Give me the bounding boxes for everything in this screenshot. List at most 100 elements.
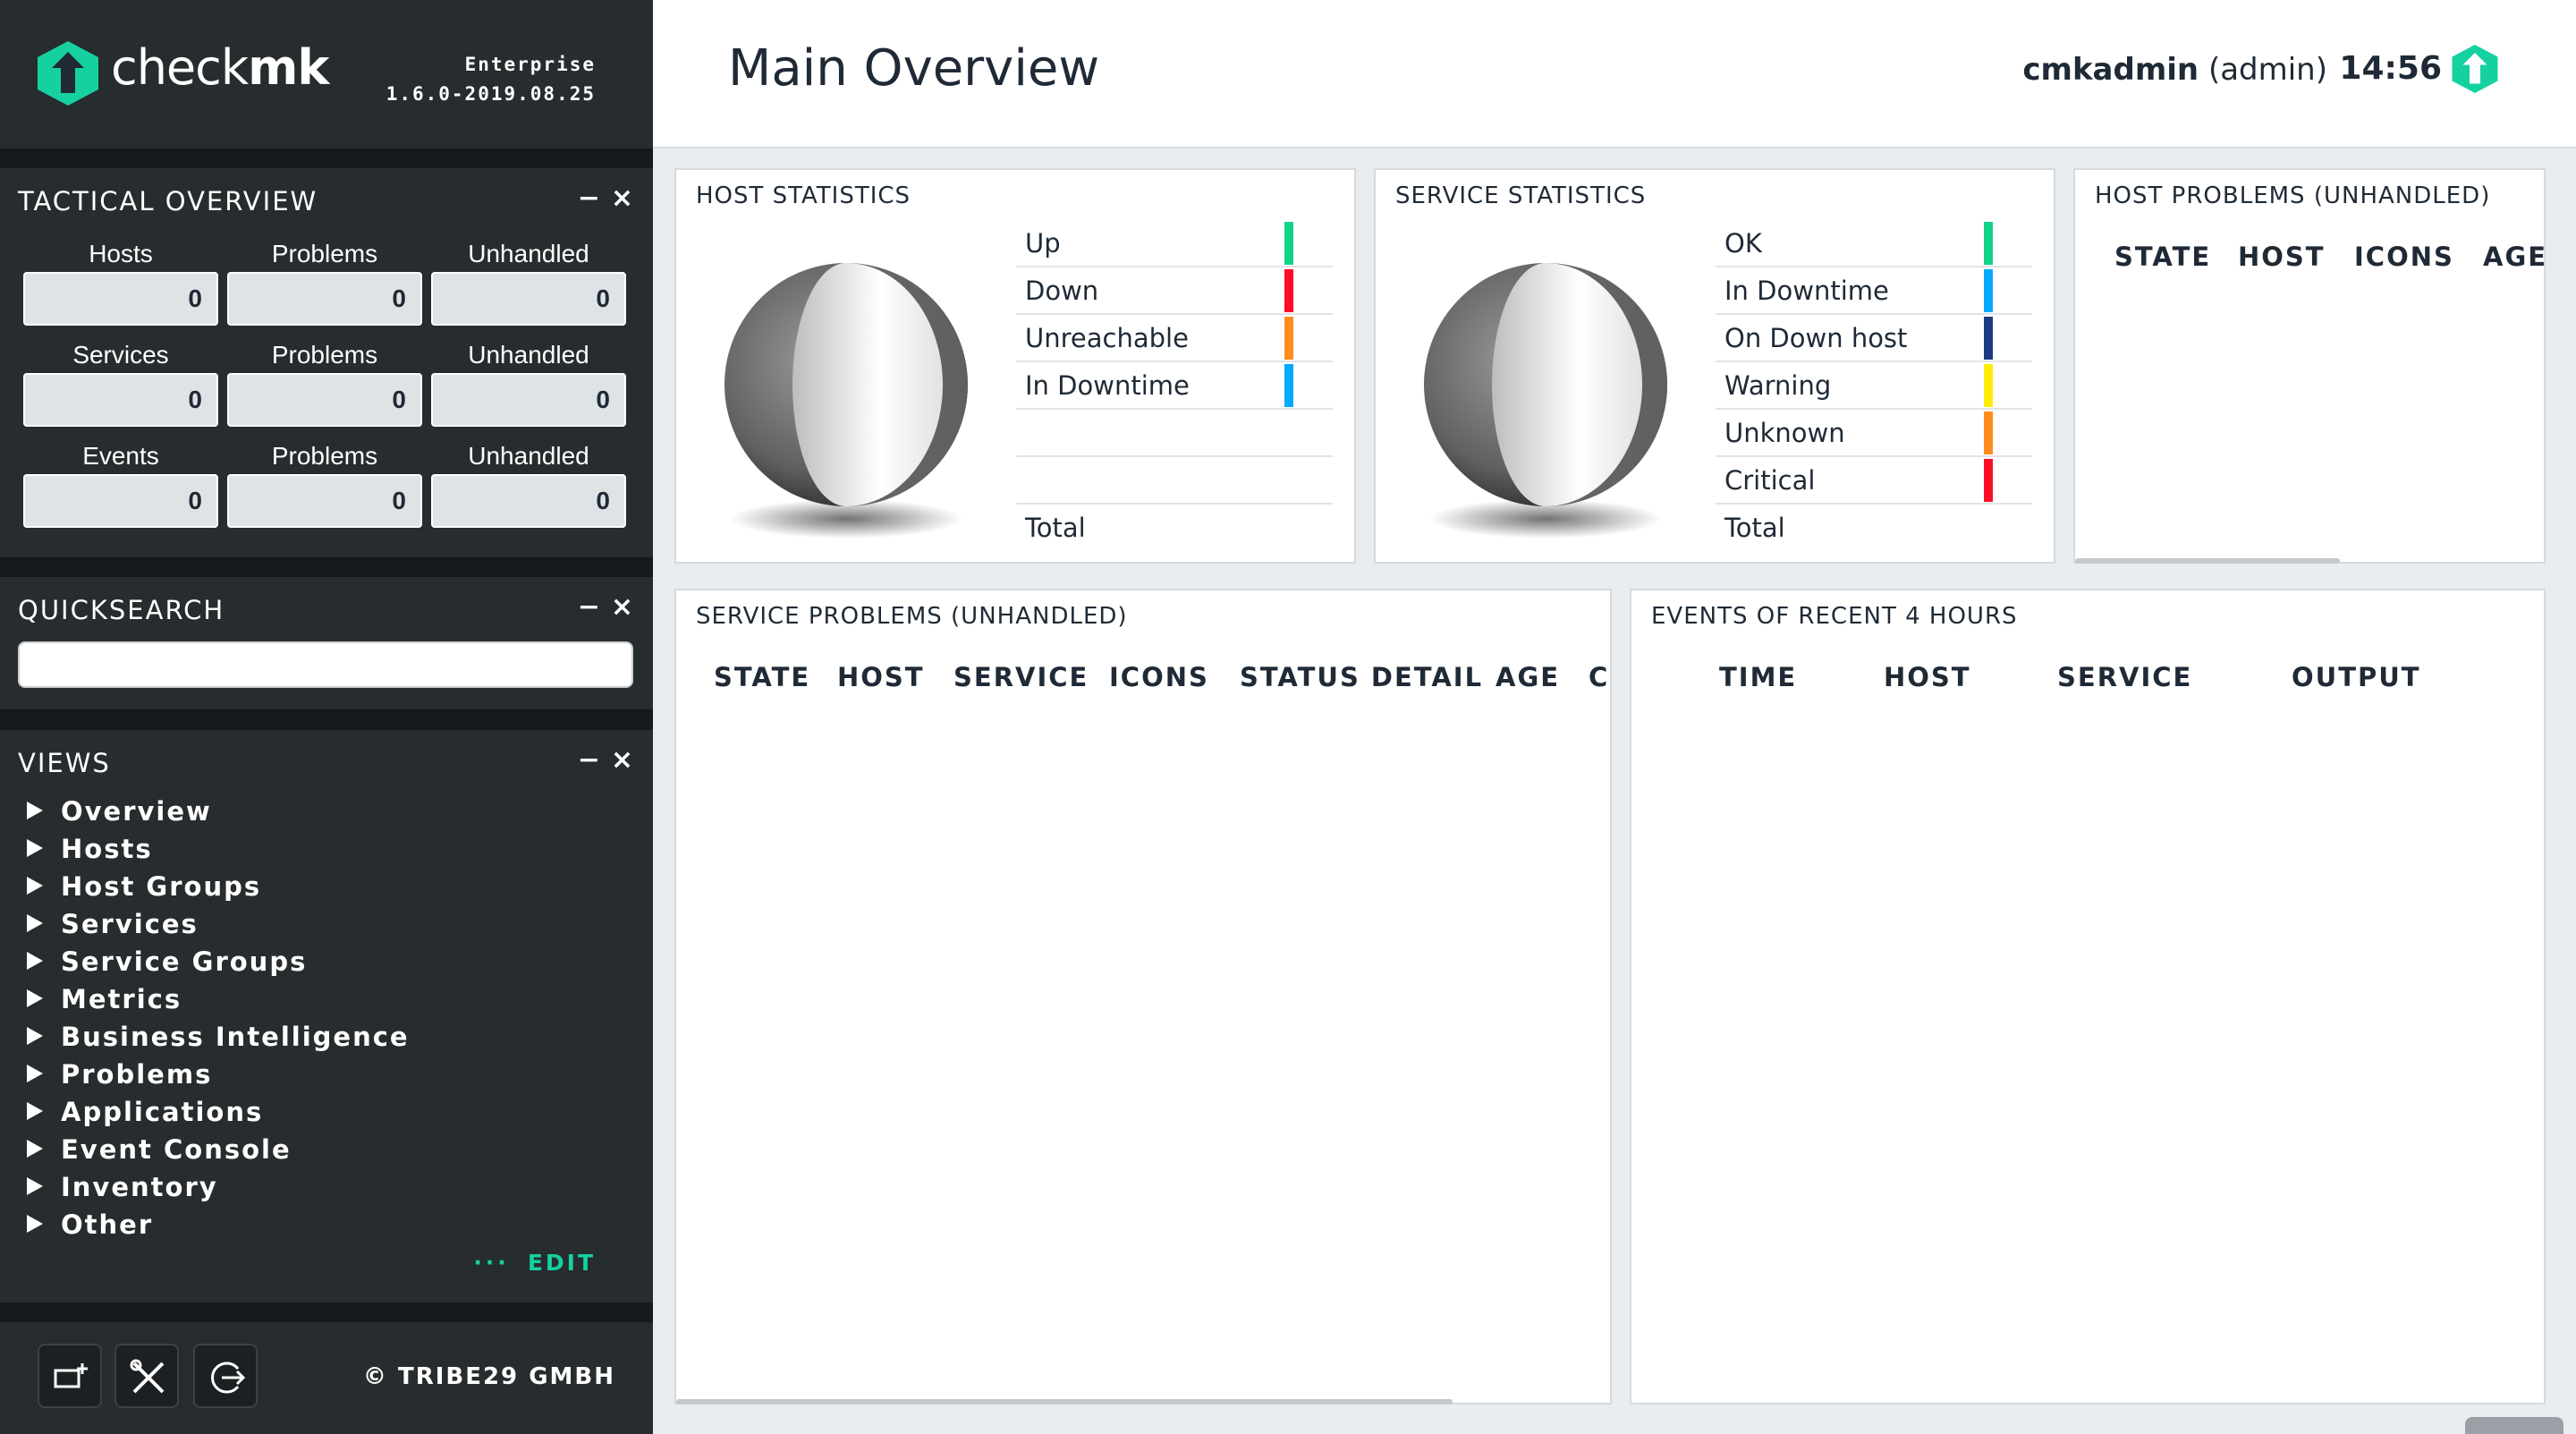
legend-row[interactable]: In Downtime <box>1016 362 1333 410</box>
add-snapin-button[interactable] <box>38 1344 102 1408</box>
views-item[interactable]: Inventory <box>27 1172 410 1209</box>
legend-row[interactable]: Down <box>1016 267 1333 315</box>
legend-row[interactable]: Up <box>1016 220 1333 267</box>
snapin-title[interactable]: TACTICAL OVERVIEW <box>18 186 318 216</box>
column-header[interactable]: SERVICE <box>2057 662 2192 692</box>
tactical-count-link[interactable]: 0 <box>23 474 218 528</box>
views-edit-button[interactable]: ··· EDIT <box>473 1250 596 1276</box>
expand-triangle-icon[interactable] <box>27 1065 43 1082</box>
views-item-label: Problems <box>61 1059 213 1090</box>
host-globe-chart[interactable] <box>721 259 971 539</box>
legend-row[interactable]: Total <box>1016 505 1333 552</box>
views-item[interactable]: Overview <box>27 796 410 834</box>
column-header[interactable]: HOST <box>2238 242 2326 272</box>
column-header[interactable]: TIME <box>1719 662 1797 692</box>
close-icon[interactable]: × <box>611 182 633 214</box>
views-item[interactable]: Problems <box>27 1059 410 1097</box>
tactical-count-link[interactable]: 0 <box>227 474 422 528</box>
column-header[interactable]: SERVICE <box>953 662 1089 692</box>
column-header[interactable]: AGE <box>1496 662 1560 692</box>
views-item[interactable]: Applications <box>27 1097 410 1134</box>
column-header[interactable]: STATE <box>714 662 810 692</box>
tactical-count-link[interactable]: 0 <box>431 373 626 427</box>
legend-row[interactable]: Warning <box>1716 362 2032 410</box>
dashlet-title: EVENTS OF RECENT 4 HOURS <box>1651 603 2018 630</box>
views-item[interactable]: Business Intelligence <box>27 1022 410 1059</box>
expand-triangle-icon[interactable] <box>27 914 43 932</box>
expand-triangle-icon[interactable] <box>27 1215 43 1233</box>
column-header[interactable]: HOST <box>837 662 925 692</box>
tactical-count-link[interactable]: 0 <box>431 272 626 326</box>
legend-row[interactable]: In Downtime <box>1716 267 2032 315</box>
expand-triangle-icon[interactable] <box>27 1102 43 1120</box>
legend-row[interactable]: Critical <box>1716 457 2032 505</box>
column-header[interactable]: HOST <box>1884 662 1971 692</box>
close-icon[interactable]: × <box>611 591 633 623</box>
legend-row[interactable]: On Down host <box>1716 315 2032 362</box>
sidebar-header: checkmk Enterprise 1.6.0-2019.08.25 <box>0 0 653 148</box>
tactical-count-link[interactable]: 0 <box>431 474 626 528</box>
snapin-title[interactable]: VIEWS <box>18 748 111 778</box>
views-item[interactable]: Hosts <box>27 834 410 871</box>
horizontal-scrollbar[interactable] <box>2075 558 2340 564</box>
legend-row[interactable]: OK <box>1716 220 2032 267</box>
column-header[interactable]: STATE <box>2114 242 2211 272</box>
legend-label: Critical <box>1724 465 1816 496</box>
expand-triangle-icon[interactable] <box>27 877 43 895</box>
column-header[interactable]: ICONS <box>1109 662 1209 692</box>
checkmk-wordmark[interactable]: checkmk <box>111 39 329 96</box>
checkmk-logo-icon[interactable] <box>2451 43 2499 95</box>
sidebar-footer: © TRIBE29 GMBH <box>0 1322 653 1434</box>
tactical-count-link[interactable]: 0 <box>227 373 422 427</box>
views-item[interactable]: Services <box>27 909 410 946</box>
host-problems-dashlet: HOST PROBLEMS (UNHANDLED) STATE HOST ICONS… <box>2073 168 2546 564</box>
tactical-count-link[interactable]: 0 <box>23 373 218 427</box>
views-item[interactable]: Event Console <box>27 1134 410 1172</box>
user-info[interactable]: cmkadmin (admin) <box>2022 52 2327 88</box>
views-item-label: Inventory <box>61 1172 218 1202</box>
views-item-label: Service Groups <box>61 946 308 977</box>
logout-button[interactable] <box>193 1344 258 1408</box>
column-header[interactable]: STATUS DETAIL <box>1240 662 1483 692</box>
expand-triangle-icon[interactable] <box>27 989 43 1007</box>
minimize-icon[interactable]: − <box>578 591 600 623</box>
quicksearch-input[interactable] <box>18 641 633 688</box>
expand-triangle-icon[interactable] <box>27 839 43 857</box>
dashlet-title: SERVICE PROBLEMS (UNHANDLED) <box>696 603 1128 630</box>
tactical-label: Hosts <box>89 240 153 267</box>
legend-row[interactable]: Unknown <box>1716 410 2032 457</box>
checkmk-logo-icon[interactable] <box>36 39 100 107</box>
tactical-count-link[interactable]: 0 <box>227 272 422 326</box>
expand-triangle-icon[interactable] <box>27 1177 43 1195</box>
snapin-controls: − × <box>567 744 633 776</box>
column-header[interactable]: AGE <box>2483 242 2547 272</box>
legend-row[interactable]: Total <box>1716 505 2032 552</box>
views-item[interactable]: Metrics <box>27 984 410 1022</box>
horizontal-scrollbar[interactable] <box>676 1399 1453 1404</box>
edition-label: Enterprise <box>464 54 596 75</box>
column-header[interactable]: ICONS <box>2354 242 2454 272</box>
tactical-count-link[interactable]: 0 <box>23 272 218 326</box>
minimize-icon[interactable]: − <box>578 744 600 776</box>
expand-triangle-icon[interactable] <box>27 952 43 970</box>
setup-button[interactable] <box>114 1344 179 1408</box>
expand-triangle-icon[interactable] <box>27 1027 43 1045</box>
tactical-label: Unhandled <box>468 442 589 470</box>
views-item[interactable]: Service Groups <box>27 946 410 984</box>
expand-triangle-icon[interactable] <box>27 802 43 819</box>
views-item-label: Applications <box>61 1097 264 1127</box>
minimize-icon[interactable]: − <box>578 182 600 214</box>
service-globe-chart[interactable] <box>1420 259 1671 539</box>
expand-triangle-icon[interactable] <box>27 1140 43 1158</box>
copyright-text: © TRIBE29 GMBH <box>362 1363 615 1390</box>
corner-handle[interactable] <box>2465 1417 2563 1434</box>
tactical-cell: Problems 0 <box>227 442 422 528</box>
legend-color-swatch <box>1984 412 1993 454</box>
snapin-title[interactable]: QUICKSEARCH <box>18 595 225 625</box>
views-item[interactable]: Other <box>27 1209 410 1247</box>
column-header[interactable]: OUTPUT <box>2292 662 2421 692</box>
views-item[interactable]: Host Groups <box>27 871 410 909</box>
legend-row[interactable]: Unreachable <box>1016 315 1333 362</box>
column-header[interactable]: C <box>1589 662 1609 692</box>
close-icon[interactable]: × <box>611 744 633 776</box>
